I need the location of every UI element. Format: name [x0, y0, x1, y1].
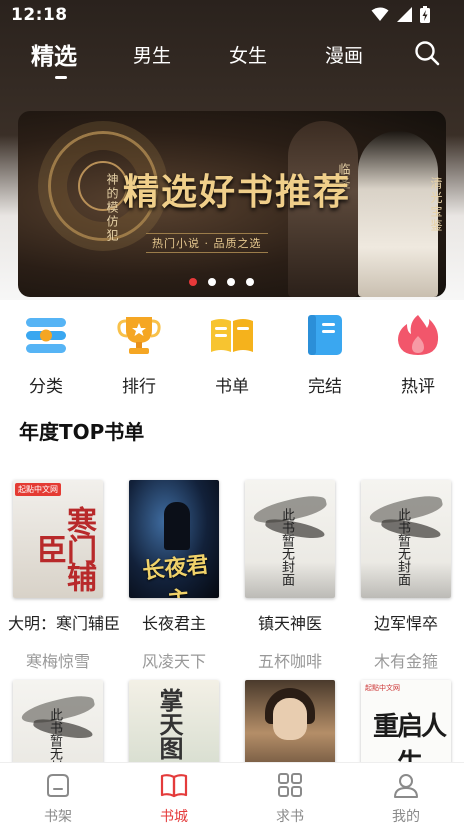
- bookshelf-icon: [47, 774, 69, 797]
- flame-icon: [398, 315, 439, 355]
- cover-title-art: 长夜君主: [141, 551, 210, 598]
- book-author: 风凌天下: [141, 652, 206, 671]
- grid-icon: [278, 773, 302, 797]
- book-card[interactable]: 起點中文网 寒门辅臣 大明：寒门辅臣 寒梅惊雪: [8, 480, 120, 672]
- book-cover[interactable]: 此书暂无封面: [245, 480, 335, 598]
- tab-request-book[interactable]: 求书: [260, 771, 320, 825]
- category-list-icon: [26, 318, 66, 353]
- book-card[interactable]: 此书暂无封面 边军悍卒 木有金箍: [356, 480, 456, 672]
- tab-comics[interactable]: 漫画: [325, 41, 363, 68]
- book-title[interactable]: 长夜君主: [124, 610, 224, 634]
- category-label: 热评: [401, 377, 435, 397]
- open-book-icon: [211, 319, 253, 352]
- tab-indicator: [55, 76, 67, 79]
- bottom-tab-bar: 书架 书城 求书 我的: [0, 762, 464, 825]
- top-nav: 精选 男生 女生 漫画: [0, 34, 464, 84]
- category-ranking[interactable]: 排行: [104, 312, 174, 397]
- tab-label: 书城: [160, 809, 188, 825]
- banner-dot-3[interactable]: [227, 278, 235, 286]
- battery-icon: [420, 6, 430, 23]
- book-author: 五杯咖啡: [257, 652, 322, 671]
- book-cover[interactable]: 长夜君主: [129, 480, 219, 598]
- banner-dot-4[interactable]: [246, 278, 254, 286]
- banner-vertical-text-right: 清光宝鉴: [429, 177, 443, 233]
- wifi-icon: [371, 7, 389, 21]
- cover-badge: 起點中文网: [15, 483, 61, 496]
- cover-placeholder-text: 此书暂无封面: [279, 508, 294, 586]
- tab-mine[interactable]: 我的: [376, 771, 436, 825]
- banner-vertical-text-left: 神的模仿犯: [105, 173, 119, 243]
- cover-title-art: 掌天图: [155, 688, 184, 760]
- book-title[interactable]: 镇天神医: [240, 610, 340, 634]
- section-title: 年度TOP书单: [19, 420, 145, 444]
- banner-character-right: [358, 131, 438, 297]
- banner-pagination: [189, 278, 254, 286]
- tab-featured[interactable]: 精选: [31, 37, 77, 71]
- book-cover[interactable]: 起點中文网 寒门辅臣: [13, 480, 103, 598]
- category-hot-reviews[interactable]: 热评: [383, 312, 453, 397]
- promo-banner[interactable]: 神的模仿犯 临圣 清光宝鉴 精选好书推荐 热门小说 · 品质之选: [18, 111, 446, 297]
- category-classify[interactable]: 分类: [11, 312, 81, 397]
- book-cover[interactable]: 此书暂无封面: [361, 480, 451, 598]
- banner-dot-2[interactable]: [208, 278, 216, 286]
- banner-title: 精选好书推荐: [123, 171, 352, 213]
- category-label: 书单: [215, 377, 249, 397]
- book-title[interactable]: 大明：寒门辅臣: [8, 610, 120, 634]
- banner-subtitle: 热门小说 · 品质之选: [146, 233, 268, 253]
- tab-label: 求书: [276, 809, 304, 825]
- tab-female[interactable]: 女生: [229, 41, 267, 68]
- category-label: 分类: [29, 377, 63, 397]
- category-label: 排行: [122, 377, 156, 397]
- status-bar: 12:18: [0, 0, 464, 32]
- trophy-icon: [117, 317, 161, 354]
- signal-icon: [397, 7, 412, 22]
- cover-placeholder-text: 此书暂无封面: [395, 508, 410, 586]
- book-author: 木有金箍: [373, 652, 438, 671]
- closed-book-icon: [308, 315, 342, 355]
- category-label: 完结: [308, 377, 342, 397]
- status-time: 12:18: [11, 5, 68, 25]
- search-icon[interactable]: [414, 40, 440, 66]
- category-booklist[interactable]: 书单: [197, 312, 267, 397]
- cover-badge: 起點中文网: [365, 684, 400, 692]
- tab-bookshelf[interactable]: 书架: [28, 771, 88, 825]
- book-title[interactable]: 边军悍卒: [356, 610, 456, 634]
- cover-figure-face: [273, 698, 307, 740]
- book-city-icon: [160, 774, 188, 798]
- book-author: 寒梅惊雪: [25, 652, 90, 671]
- profile-icon: [394, 774, 418, 798]
- category-completed[interactable]: 完结: [290, 312, 360, 397]
- status-icons: [371, 6, 430, 23]
- book-card[interactable]: 此书暂无封面 镇天神医 五杯咖啡: [240, 480, 340, 672]
- tab-book-city[interactable]: 书城: [144, 771, 204, 825]
- banner-dot-1[interactable]: [189, 278, 197, 286]
- tab-male[interactable]: 男生: [133, 41, 171, 68]
- tab-label: 书架: [44, 809, 72, 825]
- tab-label: 我的: [392, 809, 420, 825]
- book-card[interactable]: 长夜君主 长夜君主 风凌天下: [124, 480, 224, 672]
- cover-title-art: 寒门辅臣: [31, 506, 96, 590]
- cover-figure: [164, 502, 190, 550]
